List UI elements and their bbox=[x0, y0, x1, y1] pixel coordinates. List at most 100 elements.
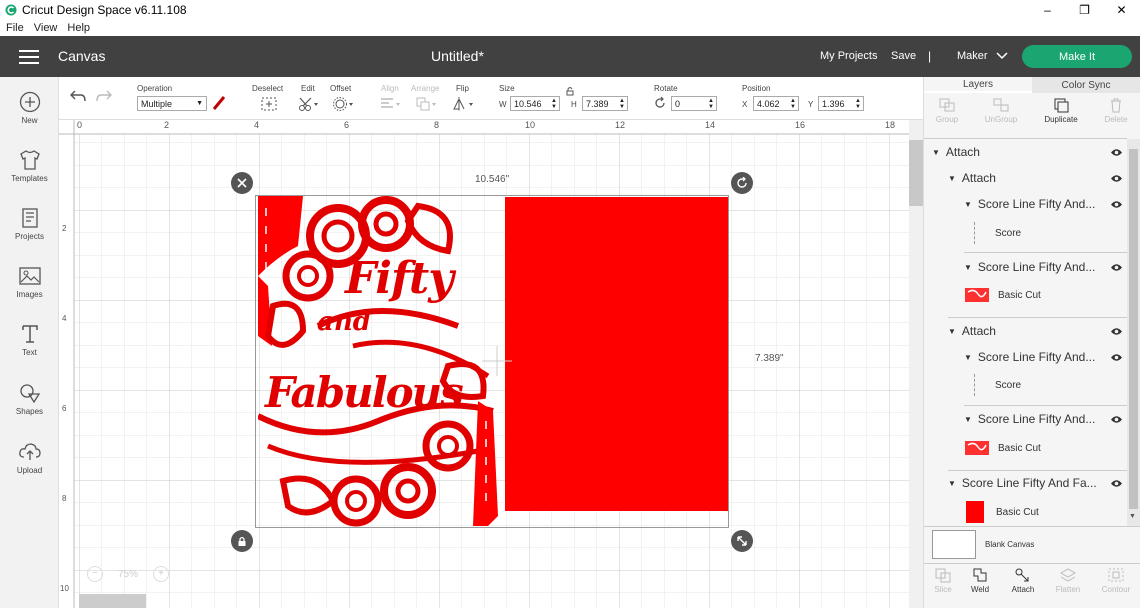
layer-basic-cut-1[interactable]: Basic Cut bbox=[924, 283, 1127, 307]
lock-ratio-icon[interactable] bbox=[565, 86, 575, 96]
bottom-actions-divider bbox=[924, 563, 1140, 564]
collapse-caret-icon[interactable]: ▼ bbox=[964, 263, 972, 272]
delete-selection-handle[interactable] bbox=[231, 172, 253, 194]
position-x-input[interactable]: 4.062 ▲ ▼ bbox=[753, 96, 799, 111]
menu-view[interactable]: View bbox=[34, 22, 58, 34]
align-icon[interactable] bbox=[379, 96, 401, 112]
nav-text[interactable]: Text bbox=[0, 323, 59, 357]
weld-button[interactable]: Weld bbox=[958, 567, 1002, 594]
rotate-input[interactable]: 0 ▲ ▼ bbox=[671, 96, 717, 111]
close-window-button[interactable]: ✕ bbox=[1103, 0, 1140, 20]
flatten-button[interactable]: Flatten bbox=[1046, 567, 1090, 594]
position-y-input[interactable]: 1.396 ▲ ▼ bbox=[818, 96, 864, 111]
collapse-caret-icon[interactable]: ▼ bbox=[948, 174, 956, 183]
width-input[interactable]: 10.546 ▲ ▼ bbox=[510, 96, 560, 111]
collapse-caret-icon[interactable]: ▼ bbox=[964, 415, 972, 424]
design-canvas[interactable]: 0 2 4 6 8 10 12 14 16 18 2 4 6 8 10 10.5… bbox=[59, 120, 909, 608]
layer-score-2[interactable]: Score bbox=[924, 373, 1127, 397]
nav-images[interactable]: Images bbox=[0, 265, 59, 299]
delete-button[interactable]: Delete bbox=[1096, 95, 1136, 124]
canvas-vertical-scrollbar[interactable] bbox=[909, 120, 923, 608]
layers-scrollbar[interactable]: ▼ bbox=[1127, 139, 1140, 526]
blank-canvas-label: Blank Canvas bbox=[985, 540, 1035, 549]
layer-attach-root[interactable]: ▼ Attach bbox=[924, 143, 1127, 161]
make-it-button[interactable]: Make It bbox=[1022, 45, 1132, 68]
layer-basic-cut-2[interactable]: Basic Cut bbox=[924, 436, 1127, 460]
eye-icon[interactable] bbox=[1110, 327, 1123, 336]
layer-score-line-2[interactable]: ▼ Score Line Fifty And... bbox=[924, 258, 1127, 276]
rotate-handle[interactable] bbox=[731, 172, 753, 194]
eye-icon[interactable] bbox=[1110, 415, 1123, 424]
collapse-caret-icon[interactable]: ▼ bbox=[948, 479, 956, 488]
rotate-stepper-icon[interactable]: ▲ ▼ bbox=[708, 98, 714, 110]
duplicate-button[interactable]: Duplicate bbox=[1036, 95, 1086, 124]
maximize-button[interactable]: ❐ bbox=[1066, 0, 1103, 20]
layer-basic-cut-3[interactable]: Basic Cut bbox=[924, 499, 1127, 525]
offset-icon[interactable] bbox=[332, 96, 354, 112]
minimize-button[interactable]: – bbox=[1029, 0, 1066, 20]
chevron-down-icon bbox=[996, 52, 1008, 60]
eye-icon[interactable] bbox=[1110, 353, 1123, 362]
scroll-down-icon[interactable]: ▼ bbox=[1129, 513, 1136, 520]
layers-scrollbar-thumb[interactable] bbox=[1129, 149, 1138, 509]
vertical-scrollbar-thumb[interactable] bbox=[909, 140, 923, 206]
edit-scissors-icon[interactable] bbox=[297, 96, 319, 112]
eye-icon[interactable] bbox=[1110, 174, 1123, 183]
eye-icon[interactable] bbox=[1110, 479, 1123, 488]
flip-icon[interactable] bbox=[452, 96, 474, 112]
zoom-in-button[interactable]: + bbox=[152, 566, 169, 582]
redo-icon[interactable] bbox=[95, 89, 113, 103]
contour-button[interactable]: Contour bbox=[1094, 567, 1138, 594]
y-stepper-icon[interactable]: ▲ ▼ bbox=[855, 98, 861, 110]
menu-file[interactable]: File bbox=[6, 22, 24, 34]
resize-handle[interactable] bbox=[731, 530, 753, 552]
layer-score-line-5[interactable]: ▼ Score Line Fifty And Fa... bbox=[924, 474, 1127, 492]
my-projects-link[interactable]: My Projects bbox=[820, 50, 877, 62]
height-stepper-icon[interactable]: ▲ ▼ bbox=[619, 98, 625, 110]
layer-score-line-3[interactable]: ▼ Score Line Fifty And... bbox=[924, 348, 1127, 366]
color-swatch-icon[interactable] bbox=[211, 95, 227, 111]
horizontal-scrollbar-thumb[interactable] bbox=[79, 594, 146, 608]
nav-upload[interactable]: Upload bbox=[0, 441, 59, 475]
collapse-caret-icon[interactable]: ▼ bbox=[964, 353, 972, 362]
nav-templates[interactable]: Templates bbox=[0, 149, 59, 183]
collapse-caret-icon[interactable]: ▼ bbox=[932, 148, 940, 157]
menu-help[interactable]: Help bbox=[67, 22, 90, 34]
nav-shapes[interactable]: Shapes bbox=[0, 382, 59, 416]
ruler-top-8: 8 bbox=[434, 120, 440, 130]
tab-layers[interactable]: Layers bbox=[924, 77, 1032, 93]
attach-button[interactable]: Attach bbox=[1001, 567, 1045, 594]
layer-label: Basic Cut bbox=[998, 442, 1041, 454]
blank-canvas-swatch[interactable] bbox=[932, 530, 976, 559]
machine-selector[interactable]: Maker bbox=[957, 50, 1008, 62]
hamburger-menu-icon[interactable] bbox=[19, 50, 39, 64]
group-button[interactable]: Group bbox=[927, 95, 967, 124]
arrange-label: Arrange bbox=[411, 84, 440, 93]
lock-handle[interactable] bbox=[231, 530, 253, 552]
tab-color-sync[interactable]: Color Sync bbox=[1032, 77, 1140, 93]
layer-score-1[interactable]: Score bbox=[924, 221, 1127, 245]
undo-icon[interactable] bbox=[69, 89, 87, 103]
ungroup-button[interactable]: UnGroup bbox=[981, 95, 1021, 124]
layer-attach-2[interactable]: ▼ Attach bbox=[924, 322, 1127, 340]
collapse-caret-icon[interactable]: ▼ bbox=[948, 327, 956, 336]
zoom-out-button[interactable]: − bbox=[87, 566, 103, 582]
layer-score-line-1[interactable]: ▼ Score Line Fifty And... bbox=[924, 195, 1127, 213]
arrange-icon[interactable] bbox=[415, 96, 437, 112]
operation-select[interactable]: Multiple ▼ bbox=[137, 96, 207, 111]
width-stepper-icon[interactable]: ▲ ▼ bbox=[551, 98, 557, 110]
eye-icon[interactable] bbox=[1110, 148, 1123, 157]
fifty-fabulous-design[interactable] bbox=[258, 196, 498, 527]
deselect-icon[interactable] bbox=[260, 96, 278, 112]
height-input[interactable]: 7.389 ▲ ▼ bbox=[582, 96, 628, 111]
eye-icon[interactable] bbox=[1110, 200, 1123, 209]
eye-icon[interactable] bbox=[1110, 263, 1123, 272]
red-card-rectangle[interactable] bbox=[505, 197, 728, 511]
nav-new[interactable]: New bbox=[0, 91, 59, 125]
save-button[interactable]: Save bbox=[891, 50, 916, 62]
collapse-caret-icon[interactable]: ▼ bbox=[964, 200, 972, 209]
layer-score-line-4[interactable]: ▼ Score Line Fifty And... bbox=[924, 410, 1127, 428]
nav-projects[interactable]: Projects bbox=[0, 207, 59, 241]
layer-attach-1[interactable]: ▼ Attach bbox=[924, 169, 1127, 187]
x-stepper-icon[interactable]: ▲ ▼ bbox=[790, 98, 796, 110]
